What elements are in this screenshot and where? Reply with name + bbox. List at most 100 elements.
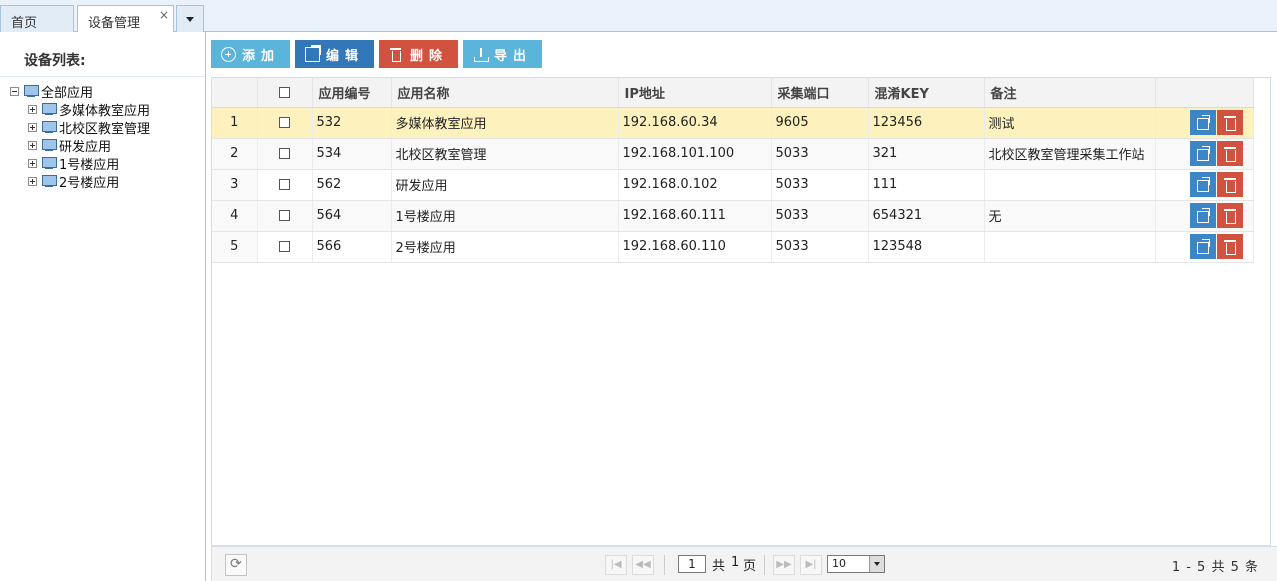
- delete-button[interactable]: 删除: [379, 40, 459, 68]
- cell-app-name: 研发应用: [391, 169, 619, 201]
- cell-app-id: 534: [312, 138, 392, 170]
- add-button[interactable]: 添加: [211, 40, 291, 68]
- next-page-icon[interactable]: ▶▶: [773, 555, 795, 575]
- tree-node-building-1[interactable]: 1号楼应用: [28, 154, 150, 173]
- row-edit-icon[interactable]: [1189, 172, 1216, 197]
- page-number-input[interactable]: 1: [678, 555, 706, 573]
- device-tree: 全部应用 多媒体教室应用 北校区教室管理 研发应用 1号楼应用 2号楼应用: [10, 82, 151, 191]
- cell-actions: [1155, 138, 1254, 170]
- chevron-down-icon[interactable]: [869, 556, 884, 572]
- expand-icon[interactable]: [28, 104, 37, 114]
- table-row[interactable]: 4 564 1号楼应用 192.168.60.111 5033 654321 无: [212, 200, 1254, 232]
- row-delete-icon[interactable]: [1216, 110, 1243, 135]
- row-edit-icon[interactable]: [1189, 203, 1216, 228]
- refresh-icon[interactable]: [225, 554, 247, 576]
- row-checkbox[interactable]: [279, 179, 290, 190]
- edit-button-label: 编辑: [326, 47, 365, 63]
- cell-key: 321: [868, 138, 985, 170]
- row-checkbox[interactable]: [279, 117, 290, 128]
- cell-actions: [1155, 231, 1254, 263]
- tab-home-label: 首页: [11, 16, 38, 31]
- header-key[interactable]: 混淆KEY: [868, 78, 985, 108]
- table-row[interactable]: 1 532 多媒体教室应用 192.168.60.34 9605 123456 …: [212, 107, 1254, 139]
- header-actions: [1155, 78, 1254, 108]
- cell-app-id: 566: [312, 231, 392, 263]
- total-pages: 1: [731, 555, 740, 570]
- header-ip[interactable]: IP地址: [618, 78, 772, 108]
- row-delete-icon[interactable]: [1216, 203, 1243, 228]
- row-checkbox[interactable]: [279, 148, 290, 159]
- row-checkbox-cell[interactable]: [257, 231, 313, 263]
- row-checkbox[interactable]: [279, 241, 290, 252]
- row-delete-icon[interactable]: [1216, 234, 1243, 259]
- header-note[interactable]: 备注: [984, 78, 1156, 108]
- add-button-label: 添加: [242, 47, 281, 63]
- header-port[interactable]: 采集端口: [771, 78, 869, 108]
- export-button[interactable]: 导出: [463, 40, 543, 68]
- computer-icon: [41, 156, 57, 170]
- row-edit-icon[interactable]: [1189, 141, 1216, 166]
- tab-device-management-label: 设备管理: [88, 16, 141, 31]
- tab-device-management[interactable]: 设备管理 ×: [77, 5, 174, 33]
- pager-divider: [764, 555, 765, 575]
- row-number: 5: [212, 231, 258, 263]
- tree-node-label: 全部应用: [41, 85, 94, 101]
- cell-app-id: 564: [312, 200, 392, 232]
- tree-node-multimedia[interactable]: 多媒体教室应用: [28, 100, 151, 119]
- cell-app-name: 北校区教室管理: [391, 138, 619, 170]
- last-page-icon[interactable]: ▶|: [800, 555, 822, 575]
- cell-actions: [1155, 107, 1254, 139]
- computer-icon: [41, 120, 57, 134]
- expand-icon[interactable]: [28, 176, 37, 186]
- cell-ip: 192.168.101.100: [618, 138, 772, 170]
- expand-icon[interactable]: [28, 158, 37, 168]
- tree-node-label: 1号楼应用: [59, 157, 120, 173]
- row-checkbox-cell[interactable]: [257, 169, 313, 201]
- computer-icon: [41, 138, 57, 152]
- select-all-checkbox[interactable]: [279, 86, 290, 98]
- table-row[interactable]: 2 534 北校区教室管理 192.168.101.100 5033 321 北…: [212, 138, 1254, 170]
- header-app-name[interactable]: 应用名称: [391, 78, 619, 108]
- tree-node-building-2[interactable]: 2号楼应用: [28, 172, 150, 191]
- page-size-value: 10: [832, 557, 846, 570]
- row-number: 4: [212, 200, 258, 232]
- row-checkbox[interactable]: [279, 210, 290, 221]
- tree-node-north-campus[interactable]: 北校区教室管理: [28, 118, 151, 137]
- tree-node-label: 2号楼应用: [59, 175, 120, 191]
- row-checkbox-cell[interactable]: [257, 107, 313, 139]
- row-checkbox-cell[interactable]: [257, 200, 313, 232]
- record-count-info: 1 - 5 共 5 条: [1171, 560, 1259, 575]
- export-button-label: 导出: [494, 47, 533, 63]
- device-table: 应用编号 应用名称 IP地址 采集端口 混淆KEY 备注 1 532 多媒体教室…: [212, 78, 1254, 263]
- cell-ip: 192.168.60.111: [618, 200, 772, 232]
- edit-button[interactable]: 编辑: [295, 40, 375, 68]
- row-delete-icon[interactable]: [1216, 172, 1243, 197]
- tree-node-root[interactable]: 全部应用: [10, 82, 150, 101]
- table-row[interactable]: 5 566 2号楼应用 192.168.60.110 5033 123548: [212, 231, 1254, 263]
- tree-node-label: 研发应用: [59, 139, 112, 155]
- collapse-icon[interactable]: [10, 86, 19, 96]
- row-delete-icon[interactable]: [1216, 141, 1243, 166]
- row-edit-icon[interactable]: [1189, 234, 1216, 259]
- table-row[interactable]: 3 562 研发应用 192.168.0.102 5033 111: [212, 169, 1254, 201]
- row-checkbox-cell[interactable]: [257, 138, 313, 170]
- cell-port: 5033: [771, 200, 869, 232]
- cell-app-id: 562: [312, 169, 392, 201]
- page-size-select[interactable]: 10: [827, 555, 885, 573]
- first-page-icon[interactable]: |◀: [605, 555, 627, 575]
- tab-bar: 首页 设备管理 ×: [0, 0, 1277, 33]
- tab-home[interactable]: 首页: [0, 5, 74, 32]
- expand-icon[interactable]: [28, 122, 37, 132]
- expand-icon[interactable]: [28, 140, 37, 150]
- cell-actions: [1155, 200, 1254, 232]
- tree-node-label: 多媒体教室应用: [59, 103, 151, 119]
- row-edit-icon[interactable]: [1189, 110, 1216, 135]
- add-circle-icon: [221, 46, 236, 62]
- tree-node-label: 北校区教室管理: [59, 121, 151, 137]
- tab-dropdown-button[interactable]: [176, 5, 204, 32]
- header-select-all[interactable]: [257, 78, 313, 108]
- tree-node-rnd[interactable]: 研发应用: [28, 136, 150, 155]
- close-icon[interactable]: ×: [159, 8, 169, 22]
- header-app-id[interactable]: 应用编号: [312, 78, 392, 108]
- prev-page-icon[interactable]: ◀◀: [632, 555, 654, 575]
